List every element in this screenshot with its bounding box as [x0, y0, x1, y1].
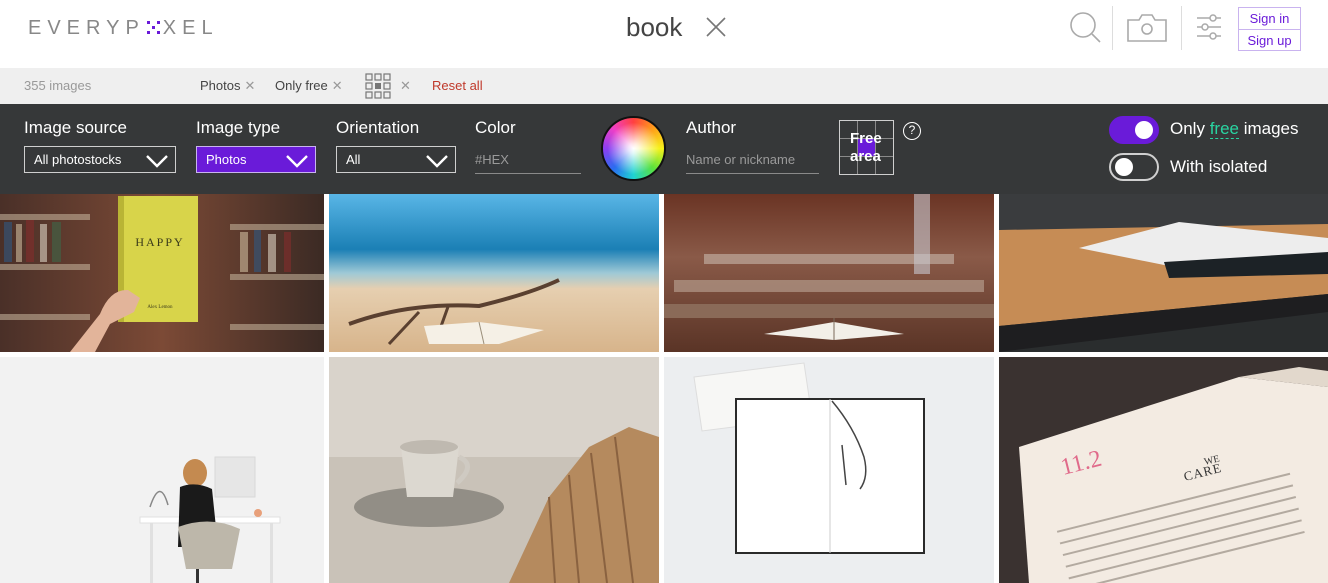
logo[interactable]: EVERYP XEL	[28, 17, 219, 40]
sign-up-link[interactable]: Sign up	[1239, 29, 1300, 50]
reset-all-link[interactable]: Reset all	[432, 78, 483, 93]
search-icon[interactable]	[1068, 10, 1102, 44]
only-free-highlight[interactable]: free	[1209, 119, 1239, 139]
author-input[interactable]	[686, 146, 819, 174]
select-value: Photos	[206, 152, 247, 167]
toggle-knob	[1115, 158, 1133, 176]
close-icon[interactable]	[704, 15, 728, 39]
with-isolated-toggle[interactable]	[1109, 153, 1159, 181]
select-value: All photostocks	[34, 152, 122, 167]
with-isolated-label: With isolated	[1170, 157, 1268, 176]
photo-yellow-book: HAPPY Alex Lemon	[0, 194, 324, 352]
image-tile[interactable]: 11.2 WE CARE	[999, 357, 1328, 583]
photo-open-notebook	[664, 357, 994, 583]
only-free-label-pre: Only	[1170, 119, 1210, 138]
help-icon[interactable]: ?	[903, 122, 921, 140]
book-cover-author: Alex Lemon	[147, 305, 173, 310]
logo-text-start: EVERYP	[28, 17, 145, 39]
photo-book-on-beach	[329, 194, 659, 352]
only-free-toggle[interactable]	[1109, 116, 1159, 144]
book-cover-title: HAPPY	[135, 235, 184, 249]
chip-label: Only free	[275, 78, 328, 93]
color-wheel-picker[interactable]	[601, 116, 666, 181]
chip-photos[interactable]: Photos ✕	[200, 78, 255, 94]
image-tile[interactable]	[999, 194, 1328, 352]
color-hex-input[interactable]	[475, 146, 581, 174]
chip-only-free[interactable]: Only free ✕	[275, 78, 343, 94]
filter-summary-bar: 355 images Photos ✕ Only free ✕ ✕ Reset al…	[0, 68, 1328, 104]
image-tile[interactable]	[664, 357, 994, 583]
image-tile[interactable]	[664, 194, 994, 352]
orientation-label: Orientation	[336, 118, 420, 137]
image-tile[interactable]	[0, 357, 324, 583]
logo-pixel-icon	[146, 21, 161, 35]
image-source-select[interactable]: All photostocks	[24, 146, 176, 173]
camera-icon[interactable]	[1125, 12, 1169, 44]
divider	[1112, 6, 1113, 50]
image-type-select[interactable]: Photos	[196, 146, 316, 173]
chevron-down-icon	[146, 155, 168, 168]
toggle-knob	[1135, 121, 1153, 139]
grid-remove-icon[interactable]: ✕	[400, 78, 411, 94]
image-source-label: Image source	[24, 118, 127, 137]
photo-book-page-closeup: 11.2 WE CARE	[999, 357, 1328, 583]
photo-coffee-and-book	[329, 357, 659, 583]
header: EVERYP XEL book Sign in Sign up	[0, 0, 1328, 68]
photo-woman-at-desk	[0, 357, 324, 583]
free-area-picker[interactable]: Free area	[839, 120, 894, 175]
filter-panel: Image source All photostocks Image type …	[0, 104, 1328, 194]
photo-book-on-bench	[664, 194, 994, 352]
free-area-label-line: area	[850, 148, 881, 165]
select-value: All	[346, 152, 361, 167]
image-tile[interactable]: HAPPY Alex Lemon	[0, 194, 324, 352]
divider	[1181, 6, 1182, 50]
free-area-grid-icon[interactable]	[365, 73, 391, 99]
orientation-select[interactable]: All	[336, 146, 456, 173]
logo-text-end: XEL	[162, 17, 219, 39]
chip-remove-icon[interactable]: ✕	[332, 78, 343, 93]
search-query[interactable]: book	[626, 12, 682, 43]
only-free-label: Only free images	[1170, 119, 1299, 139]
image-tile[interactable]	[329, 357, 659, 583]
color-label: Color	[475, 118, 516, 137]
filter-settings-icon[interactable]	[1195, 12, 1223, 42]
free-area-label: Free area	[850, 130, 882, 166]
chip-remove-icon[interactable]: ✕	[244, 78, 255, 93]
auth-box: Sign in Sign up	[1238, 7, 1301, 51]
image-type-label: Image type	[196, 118, 281, 137]
chevron-down-icon	[426, 155, 448, 168]
free-area-label-line: Free	[850, 130, 882, 147]
photo-book-on-desk	[999, 194, 1328, 352]
sign-in-link[interactable]: Sign in	[1239, 8, 1300, 29]
result-count: 355 images	[24, 78, 92, 93]
chip-label: Photos	[200, 78, 241, 93]
image-tile[interactable]	[329, 194, 659, 352]
chevron-down-icon	[286, 155, 308, 168]
only-free-label-post: images	[1238, 119, 1299, 138]
author-label: Author	[686, 118, 737, 137]
